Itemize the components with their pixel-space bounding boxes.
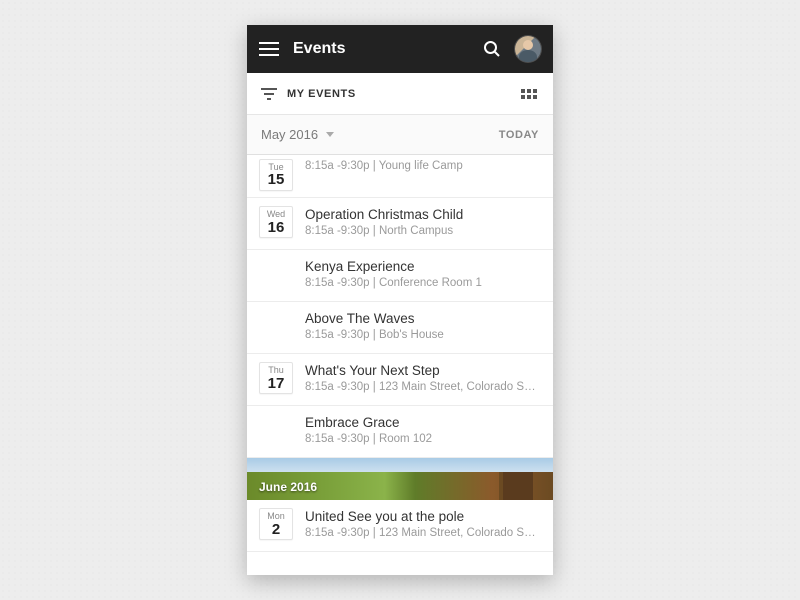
- month-band-label: June 2016: [259, 480, 317, 494]
- event-meta: 8:15a -9:30p | Young life Camp: [305, 160, 539, 172]
- event-title: Operation Christmas Child: [305, 207, 539, 222]
- event-title: Above The Waves: [305, 311, 539, 326]
- date-num: 16: [260, 220, 292, 236]
- date-num: 17: [260, 376, 292, 392]
- event-row[interactable]: Above The Waves 8:15a -9:30p | Bob's Hou…: [247, 302, 553, 354]
- date-num: 2: [260, 522, 292, 538]
- date-num: 15: [260, 172, 292, 188]
- event-title: United See you at the pole: [305, 509, 539, 524]
- event-row[interactable]: Embrace Grace 8:15a -9:30p | Room 102: [247, 406, 553, 458]
- event-row[interactable]: Mon 2 United See you at the pole 8:15a -…: [247, 500, 553, 552]
- event-meta: 8:15a -9:30p | Room 102: [305, 433, 539, 445]
- topbar: Events: [247, 25, 553, 73]
- page-title: Events: [293, 40, 345, 58]
- avatar[interactable]: [515, 36, 541, 62]
- event-meta: 8:15a -9:30p | Conference Room 1: [305, 277, 539, 289]
- chevron-down-icon: [326, 132, 334, 137]
- today-button[interactable]: TODAY: [499, 129, 539, 141]
- month-band: June 2016: [247, 458, 553, 500]
- filter-bar: MY EVENTS: [247, 73, 553, 115]
- event-meta: 8:15a -9:30p | Bob's House: [305, 329, 539, 341]
- date-chip: Wed 16: [259, 206, 293, 238]
- event-list: Tue 15 8:15a -9:30p | Young life Camp We…: [247, 155, 553, 575]
- event-title: Embrace Grace: [305, 415, 539, 430]
- event-title: Kenya Experience: [305, 259, 539, 274]
- date-chip: Thu 17: [259, 362, 293, 394]
- filter-label: MY EVENTS: [287, 88, 356, 100]
- date-bar: May 2016 TODAY: [247, 115, 553, 155]
- event-row[interactable]: Thu 17 What's Your Next Step 8:15a -9:30…: [247, 354, 553, 406]
- event-meta: 8:15a -9:30p | 123 Main Street, Colorado…: [305, 527, 539, 539]
- event-title: What's Your Next Step: [305, 363, 539, 378]
- event-row[interactable]: Wed 16 Operation Christmas Child 8:15a -…: [247, 198, 553, 250]
- menu-icon[interactable]: [259, 42, 279, 56]
- event-meta: 8:15a -9:30p | North Campus: [305, 225, 539, 237]
- app-frame: Events MY EVENTS May 2016 TODAY: [247, 25, 553, 575]
- filter-icon[interactable]: [261, 88, 277, 100]
- search-icon[interactable]: [483, 40, 501, 58]
- event-list-scroll[interactable]: Tue 15 8:15a -9:30p | Young life Camp We…: [247, 155, 553, 575]
- month-picker[interactable]: May 2016: [261, 127, 334, 142]
- month-label: May 2016: [261, 127, 318, 142]
- date-chip: Mon 2: [259, 508, 293, 540]
- grid-view-icon[interactable]: [521, 89, 539, 99]
- event-row[interactable]: Tue 15 8:15a -9:30p | Young life Camp: [247, 155, 553, 198]
- event-meta: 8:15a -9:30p | 123 Main Street, Colorado…: [305, 381, 539, 393]
- date-chip: Tue 15: [259, 159, 293, 191]
- event-row[interactable]: Kenya Experience 8:15a -9:30p | Conferen…: [247, 250, 553, 302]
